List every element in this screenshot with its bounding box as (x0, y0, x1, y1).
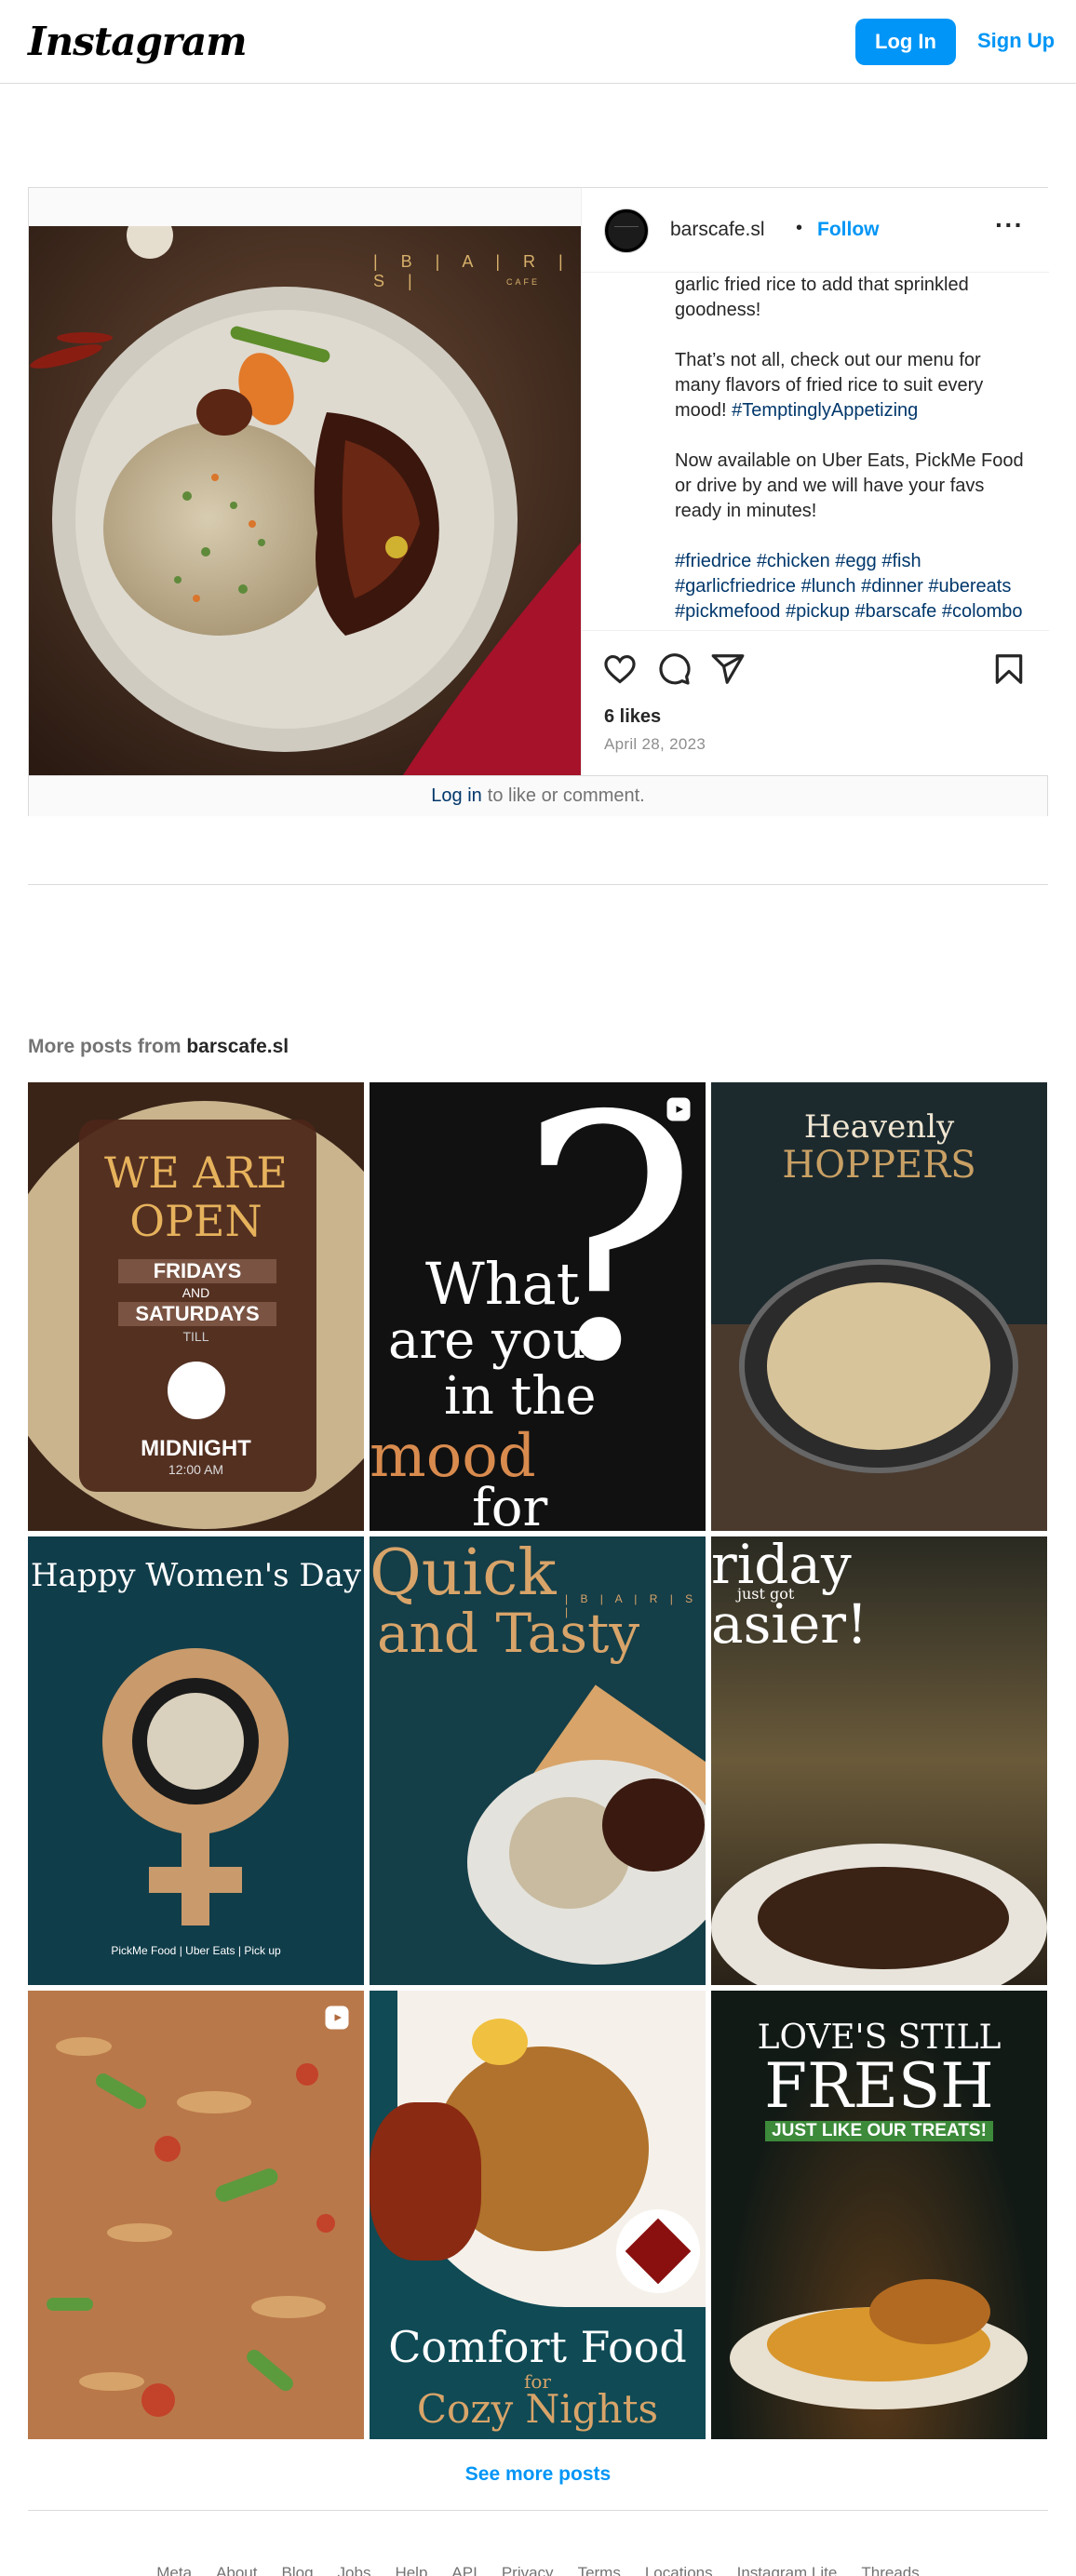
image-brand-text: | B | A | R | S | (373, 252, 572, 290)
post-image[interactable]: | B | A | R | S | CAFE (29, 226, 581, 778)
grid-post-tile[interactable] (28, 1991, 364, 2439)
footer-link[interactable]: Instagram Lite (737, 2564, 838, 2576)
share-icon[interactable] (710, 651, 746, 687)
post-sidebar: barscafe.sl • Follow ··· garlic fried ri… (581, 188, 1049, 775)
clock-icon (168, 1362, 225, 1419)
avatar[interactable] (604, 208, 649, 253)
footer-link[interactable]: Privacy (502, 2564, 554, 2576)
grid-post-tile[interactable]: WE ARE OPEN FRIDAYS AND SATURDAYS TILL M… (28, 1082, 364, 1531)
top-navigation: Instagram Log In Sign Up (0, 0, 1076, 84)
tile-headline: FRESH (764, 2050, 994, 2122)
grid-post-tile[interactable]: riday just got asier! (711, 1536, 1047, 1985)
footer-link[interactable]: Blog (282, 2564, 314, 2576)
likes-count[interactable]: 6 likes (604, 706, 661, 728)
login-hint-text: to like or comment. (487, 785, 645, 806)
tile-headline: What (425, 1250, 580, 1318)
footer-divider (28, 2510, 1048, 2511)
footer-link[interactable]: Meta (156, 2564, 192, 2576)
hashtag-link[interactable]: #TemptinglyAppetizing (732, 400, 918, 421)
footer-link[interactable]: Jobs (338, 2564, 371, 2576)
grid-post-tile[interactable]: Happy Women's Day PickMe Food | Uber Eat… (28, 1536, 364, 1985)
login-to-like-bar: Log in to like or comment. (29, 775, 1047, 816)
caption-paragraph: That’s not all, check out our menu for m… (675, 350, 984, 421)
login-link[interactable]: Log in (431, 785, 482, 807)
post-header: barscafe.sl • Follow ··· (582, 188, 1049, 273)
post-date: April 28, 2023 (604, 735, 706, 753)
caption-line: garlic fried rice to add that sprinkled … (675, 275, 969, 320)
tile-headline: Cozy Nights (416, 2386, 659, 2432)
tile-headline: WE ARE (104, 1147, 288, 1198)
caption-hashtags[interactable]: #friedrice #chicken #egg #fish #garlicfr… (675, 549, 1029, 624)
tile-headline: OPEN (129, 1196, 262, 1246)
footer-link[interactable]: Help (395, 2564, 427, 2576)
reel-icon (325, 2006, 349, 2030)
tile-text: FRIDAYS (118, 1259, 276, 1283)
tile-text: PickMe Food | Uber Eats | Pick up (111, 1944, 281, 1957)
post-card: | B | A | R | S | CAFE barscafe.sl • Fol… (28, 187, 1049, 816)
tile-headline: Happy Women's Day (30, 1557, 362, 1594)
tile-text: 12:00 AM (168, 1462, 224, 1477)
tile-headline: HOPPERS (782, 1144, 976, 1187)
caption-paragraph: Now available on Uber Eats, PickMe Food … (675, 450, 1024, 521)
instagram-logo[interactable]: Instagram (28, 19, 248, 64)
reel-icon (666, 1097, 691, 1121)
tile-text: MIDNIGHT (141, 1436, 251, 1461)
image-brand-sub: CAFE (506, 277, 541, 287)
footer-links: Meta About Blog Jobs Help API Privacy Te… (0, 2564, 1076, 2576)
grid-post-tile[interactable]: ? What are you in the mood for (370, 1082, 706, 1531)
post-username[interactable]: barscafe.sl (670, 219, 765, 241)
tile-headline: Comfort Food (388, 2322, 687, 2372)
tile-text: JUST LIKE OUR TREATS! (765, 2121, 993, 2141)
tile-headline: Quick (370, 1536, 557, 1610)
tile-text: AND (182, 1285, 210, 1300)
see-more-posts-link[interactable]: See more posts (0, 2463, 1076, 2486)
more-posts-heading: More posts from barscafe.sl (28, 1036, 289, 1057)
more-options-icon[interactable]: ··· (995, 210, 1024, 240)
login-button[interactable]: Log In (855, 19, 956, 65)
grid-post-tile[interactable]: Comfort Food for Cozy Nights (370, 1991, 706, 2439)
post-actions-bar (582, 630, 1049, 695)
footer-link[interactable]: About (216, 2564, 257, 2576)
like-heart-icon[interactable] (602, 651, 638, 687)
tile-headline: in the (444, 1366, 597, 1427)
follow-button[interactable]: Follow (817, 219, 880, 241)
tile-text: TILL (182, 1329, 209, 1344)
save-bookmark-icon[interactable] (991, 651, 1027, 687)
grid-post-tile[interactable]: LOVE'S STILL FRESH JUST LIKE OUR TREATS! (711, 1991, 1047, 2439)
signup-link[interactable]: Sign Up (977, 29, 1055, 53)
footer-link[interactable]: API (451, 2564, 477, 2576)
grid-post-tile[interactable]: Heavenly HOPPERS (711, 1082, 1047, 1531)
separator-dot: • (796, 218, 803, 238)
tile-headline: asier! (711, 1592, 868, 1656)
tile-headline: Heavenly (803, 1108, 955, 1146)
section-divider (28, 884, 1048, 885)
more-posts-username[interactable]: barscafe.sl (186, 1036, 289, 1057)
tile-text: SATURDAYS (118, 1302, 276, 1326)
tile-headline: for (472, 1478, 548, 1531)
footer-link[interactable]: Locations (645, 2564, 713, 2576)
tile-brand: | B | A | R | S | (565, 1592, 698, 1618)
footer-link[interactable]: Threads (861, 2564, 919, 2576)
tile-headline: are you (388, 1310, 586, 1371)
post-caption: garlic fried rice to add that sprinkled … (675, 273, 1029, 630)
footer-link[interactable]: Terms (578, 2564, 621, 2576)
grid-post-tile[interactable]: Quick and Tasty | B | A | R | S | (370, 1536, 706, 1985)
comment-icon[interactable] (656, 651, 692, 687)
